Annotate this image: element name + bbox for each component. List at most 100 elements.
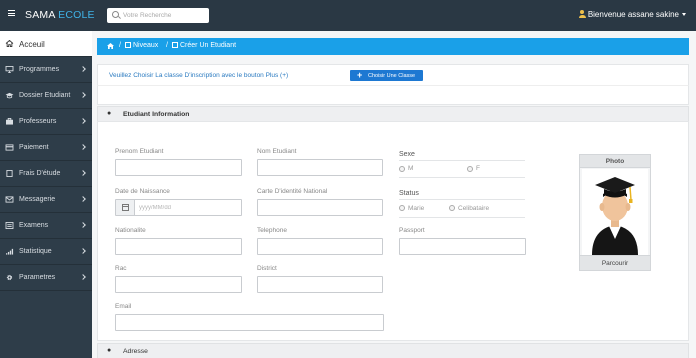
sidebar-item-frais-etude[interactable]: Frais D'étude: [0, 161, 92, 187]
choose-class-bar: Veuillez Choisir La classe D'inscription…: [97, 64, 689, 85]
telephone-label: Telephone: [257, 227, 287, 234]
sexe-radio-f[interactable]: [467, 166, 473, 172]
section-title: Etudiant Information: [123, 111, 190, 118]
rac-label: Rac: [115, 265, 127, 272]
calendar-icon: [122, 204, 129, 211]
status-option-marie: Marie: [408, 205, 425, 212]
avatar-placeholder: [582, 169, 648, 255]
chevron-right-icon: [80, 274, 86, 280]
sexe-radio-m[interactable]: [399, 166, 405, 172]
sidebar-item-label: Programmes: [19, 66, 60, 73]
sidebar-item-examens[interactable]: Examens: [0, 213, 92, 239]
hamburger-menu-icon[interactable]: [8, 10, 15, 16]
class-selection-area: [97, 85, 689, 105]
choose-class-button[interactable]: + Choisir Une Classe: [350, 70, 423, 81]
sexe-option-m: M: [408, 165, 414, 172]
home-icon[interactable]: [107, 43, 114, 49]
sexe-option-f: F: [476, 165, 480, 172]
brand-name: SAMA: [25, 9, 55, 21]
user-menu[interactable]: Bienvenue assane sakine: [578, 10, 686, 19]
document-icon: [172, 42, 178, 48]
address-header[interactable]: ● Adresse: [97, 343, 689, 358]
carte-label: Carte D'identité National: [257, 188, 328, 195]
plus-icon: +: [357, 70, 363, 80]
divider: [399, 177, 525, 178]
search-icon: [112, 11, 119, 18]
gear-icon: [6, 274, 13, 281]
district-input[interactable]: [257, 276, 383, 293]
nationalite-input[interactable]: [115, 238, 242, 255]
student-info-header[interactable]: ● Etudiant Information: [97, 106, 689, 122]
chevron-right-icon: [80, 92, 86, 98]
sidebar-item-label: Dossier Etudiant: [19, 92, 71, 99]
rac-input[interactable]: [115, 276, 242, 293]
breadcrumb: / Niveaux / Créer Un Etudiant: [97, 38, 689, 55]
district-label: District: [257, 265, 277, 272]
chevron-right-icon: [80, 144, 86, 150]
photo-upload: Photo Parcourir: [579, 154, 651, 271]
caret-down-icon: [682, 13, 686, 16]
divider: [399, 160, 525, 161]
status-radio-marie[interactable]: [399, 205, 405, 211]
chevron-right-icon: [80, 196, 86, 202]
briefcase-icon: [6, 118, 13, 125]
sidebar-item-programmes[interactable]: Programmes: [0, 57, 92, 83]
sidebar-item-acceuil[interactable]: Acceuil: [0, 31, 92, 57]
date-naissance-label: Date de Naissance: [115, 188, 170, 195]
sidebar-item-paiement[interactable]: Paiement: [0, 135, 92, 161]
email-label: Email: [115, 303, 132, 310]
sidebar-item-label: Messagerie: [19, 196, 56, 203]
graduation-cap-icon: [5, 92, 14, 99]
signal-icon: [6, 248, 14, 255]
table-icon: [125, 42, 131, 48]
browse-photo-button[interactable]: Parcourir: [580, 255, 650, 270]
chevron-right-icon: [80, 248, 86, 254]
apple-icon: ●: [107, 110, 112, 117]
calendar-addon[interactable]: [116, 200, 135, 215]
monitor-icon: [5, 66, 14, 73]
breadcrumb-current: Créer Un Etudiant: [172, 42, 236, 49]
user-greeting: Bienvenue assane sakine: [587, 10, 679, 19]
prenom-label: Prenom Etudiant: [115, 148, 164, 155]
passport-label: Passport: [399, 227, 425, 234]
section-title: Adresse: [123, 348, 148, 355]
status-radio-celibataire[interactable]: [449, 205, 455, 211]
sidebar-item-professeurs[interactable]: Professeurs: [0, 109, 92, 135]
button-label: Choisir Une Classe: [368, 72, 416, 79]
divider: [399, 217, 525, 218]
breadcrumb-niveaux[interactable]: Niveaux: [125, 42, 158, 49]
status-label: Status: [399, 190, 419, 197]
breadcrumb-separator: /: [166, 42, 168, 49]
top-bar: SAMA ECOLE Bienvenue assane sakine: [0, 0, 696, 31]
email-input[interactable]: [115, 314, 384, 331]
carte-input[interactable]: [257, 199, 383, 216]
search-input[interactable]: [123, 10, 207, 21]
chevron-right-icon: [80, 170, 86, 176]
nom-label: Nom Etudiant: [257, 148, 297, 155]
search-box: [107, 8, 209, 23]
sidebar-item-label: Statistique: [19, 248, 52, 255]
sidebar-item-messagerie[interactable]: Messagerie: [0, 187, 92, 213]
breadcrumb-label: Créer Un Etudiant: [180, 42, 237, 49]
sidebar-item-dossier-etudiant[interactable]: Dossier Etudiant: [0, 83, 92, 109]
envelope-icon: [5, 196, 14, 203]
sidebar: Acceuil Programmes Dossier Etudiant Prof…: [0, 31, 92, 358]
sidebar-item-label: Frais D'étude: [19, 170, 61, 177]
graduate-avatar-icon: [592, 177, 638, 255]
divider: [399, 199, 525, 200]
status-option-celibataire: Celibataire: [458, 205, 490, 212]
sidebar-item-statistique[interactable]: Statistique: [0, 239, 92, 265]
nom-input[interactable]: [257, 159, 383, 176]
sidebar-item-label: Acceuil: [19, 40, 45, 49]
telephone-input[interactable]: [257, 238, 383, 255]
app-logo[interactable]: SAMA ECOLE: [25, 9, 95, 21]
passport-input[interactable]: [399, 238, 526, 255]
sidebar-item-label: Examens: [19, 222, 49, 229]
prenom-input[interactable]: [115, 159, 242, 176]
date-naissance-input[interactable]: [136, 200, 240, 215]
sidebar-item-parametres[interactable]: Parametres: [0, 265, 92, 291]
date-naissance-field: [115, 199, 242, 216]
choose-class-instruction: Veuillez Choisir La classe D'inscription…: [109, 72, 289, 79]
breadcrumb-separator: /: [119, 42, 121, 49]
apple-icon: ●: [107, 347, 112, 354]
